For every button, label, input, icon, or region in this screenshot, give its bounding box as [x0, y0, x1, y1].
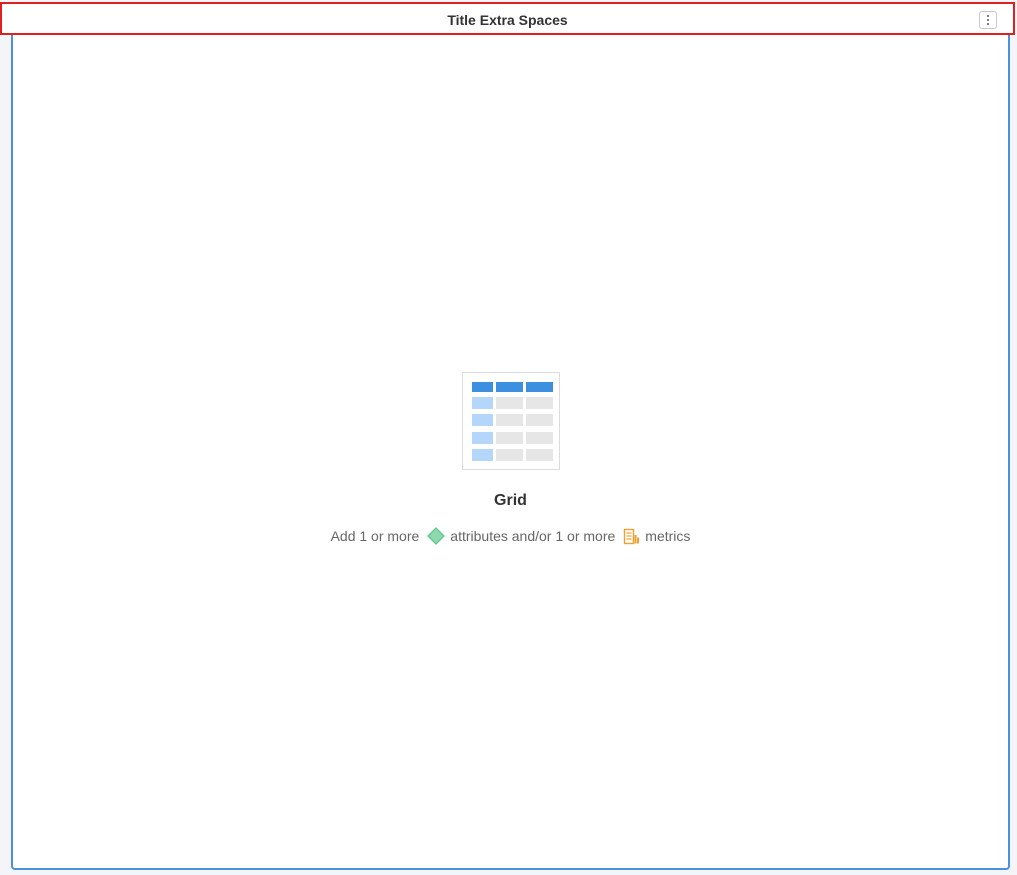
hint-text-add: Add 1 or more [330, 528, 420, 544]
hint-text-metrics: metrics [645, 528, 691, 544]
vertical-ellipsis-icon-dot [987, 23, 989, 25]
panel-title[interactable]: Title Extra Spaces [2, 12, 1013, 28]
visualization-type-label: Grid [494, 492, 527, 509]
page: Grid Add 1 or more attributes and/or 1 o… [0, 0, 1017, 875]
empty-visualization-placeholder: Grid Add 1 or more attributes and/or 1 o… [13, 372, 1008, 545]
hint-text-attributes: attributes and/or 1 or more [450, 528, 616, 544]
panel-title-bar[interactable]: Title Extra Spaces [0, 2, 1015, 35]
placeholder-hint: Add 1 or more attributes and/or 1 or mor… [330, 527, 691, 545]
vertical-ellipsis-icon [987, 15, 989, 17]
vertical-ellipsis-icon-dot [987, 19, 989, 21]
grid-table-icon [461, 372, 560, 470]
more-options-button[interactable] [979, 11, 997, 29]
visualization-panel[interactable]: Grid Add 1 or more attributes and/or 1 o… [11, 6, 1010, 870]
metric-icon [623, 528, 640, 545]
attribute-diamond-icon [427, 527, 446, 545]
